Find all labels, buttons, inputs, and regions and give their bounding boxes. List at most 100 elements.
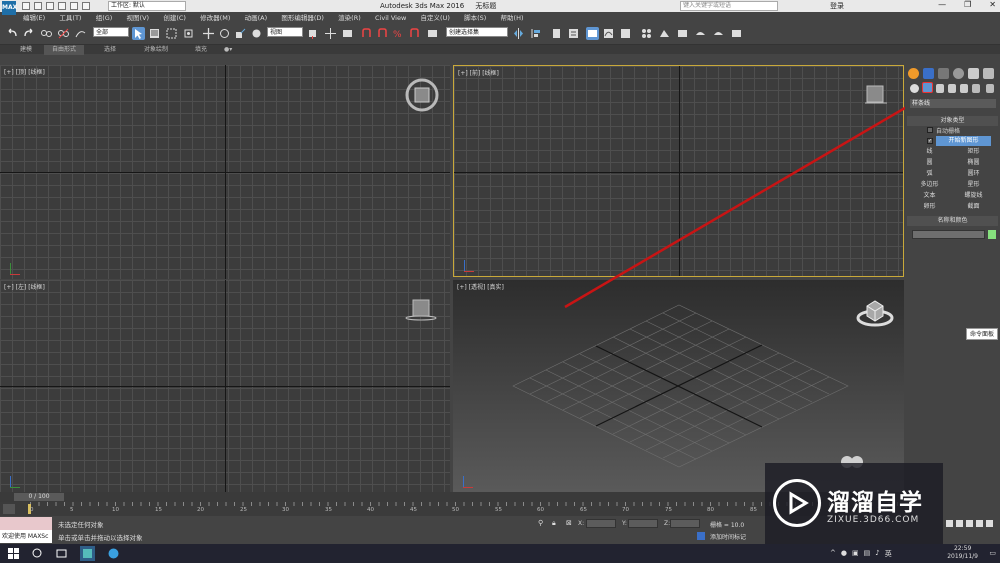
maxscript-listener-top[interactable]: [0, 517, 52, 530]
tab-modeling[interactable]: 建模: [20, 45, 32, 55]
bind-space-warp-icon[interactable]: [74, 27, 87, 40]
unlink-icon[interactable]: [57, 27, 70, 40]
minimize-button[interactable]: —: [938, 0, 946, 9]
windows-start-icon[interactable]: [6, 546, 21, 561]
viewport-perspective[interactable]: [+] [透视] [真实]: [453, 280, 904, 492]
mirror-icon[interactable]: [512, 27, 525, 40]
save-file-icon[interactable]: [46, 2, 54, 10]
cameras-icon[interactable]: [948, 84, 956, 93]
hierarchy-tab-icon[interactable]: [938, 68, 949, 79]
pivot-center-icon[interactable]: [306, 27, 319, 40]
menu-create[interactable]: 创建(C): [157, 12, 192, 24]
zoom-extents-icon[interactable]: [966, 520, 973, 527]
isolate-selection-icon[interactable]: ⚲: [538, 519, 543, 527]
viewport-label[interactable]: [+] [前] [线框]: [458, 68, 499, 77]
zoom-icon[interactable]: [946, 520, 953, 527]
select-manipulate-icon[interactable]: [324, 27, 337, 40]
close-button[interactable]: ✕: [989, 0, 996, 9]
edit-named-selection-icon[interactable]: [426, 27, 439, 40]
start-new-shape-button[interactable]: 开始新图形: [936, 136, 991, 146]
tray-chevron-icon[interactable]: ^: [830, 549, 836, 559]
y-coordinate-field[interactable]: [628, 519, 658, 528]
tab-object-paint[interactable]: 对象绘制: [144, 45, 168, 55]
line-button[interactable]: 线: [908, 147, 951, 157]
menu-civil-view[interactable]: Civil View: [369, 12, 412, 24]
search-icon[interactable]: [30, 546, 45, 561]
menu-graph-editors[interactable]: 图形编辑器(D): [275, 12, 330, 24]
object-name-input[interactable]: [912, 230, 985, 239]
tab-freeform[interactable]: 自由形式: [44, 45, 85, 55]
undo-icon[interactable]: [6, 27, 19, 40]
redo-icon[interactable]: [70, 2, 78, 10]
redo-icon[interactable]: [22, 27, 35, 40]
circle-button[interactable]: 圆: [908, 158, 951, 168]
z-coordinate-field[interactable]: [670, 519, 700, 528]
network-icon[interactable]: ▤: [864, 549, 871, 559]
egg-button[interactable]: 卵形: [908, 202, 951, 212]
geometry-icon[interactable]: [910, 84, 919, 93]
select-by-name-icon[interactable]: [148, 27, 161, 40]
percent-snap-icon[interactable]: %: [392, 27, 405, 40]
zoom-extents-all-icon[interactable]: [976, 520, 983, 527]
time-slider-thumb[interactable]: 0 / 100: [14, 493, 64, 501]
task-view-icon[interactable]: [54, 546, 69, 561]
render-setup-icon[interactable]: [658, 27, 671, 40]
shapes-icon[interactable]: [922, 82, 933, 93]
menu-group[interactable]: 组(G): [90, 12, 119, 24]
selection-filter-dropdown[interactable]: 全部: [93, 27, 129, 37]
menu-scripting[interactable]: 脚本(S): [458, 12, 492, 24]
tab-populate[interactable]: 填充: [195, 45, 207, 55]
move-icon[interactable]: [202, 27, 215, 40]
ellipse-button[interactable]: 椭圆: [952, 158, 995, 168]
category-dropdown[interactable]: 样条线: [910, 99, 996, 108]
curve-editor-icon[interactable]: [602, 27, 615, 40]
rotate-icon[interactable]: [218, 27, 231, 40]
add-time-tag[interactable]: 添加时间标记: [710, 532, 746, 541]
3dsmax-taskbar-icon[interactable]: [80, 546, 95, 561]
menu-views[interactable]: 视图(V): [121, 12, 156, 24]
x-coordinate-field[interactable]: [586, 519, 616, 528]
zoom-all-icon[interactable]: [956, 520, 963, 527]
start-new-shape-checkbox[interactable]: ✓: [927, 138, 933, 144]
angle-snap-icon[interactable]: [376, 27, 389, 40]
menu-edit[interactable]: 编辑(E): [17, 12, 51, 24]
section-button[interactable]: 截面: [952, 202, 995, 212]
menu-tools[interactable]: 工具(T): [53, 12, 87, 24]
browser-taskbar-icon[interactable]: [106, 546, 121, 561]
lights-icon[interactable]: [936, 84, 944, 93]
menu-modifiers[interactable]: 修改器(M): [194, 12, 236, 24]
mini-curve-editor-icon[interactable]: [3, 504, 15, 514]
login-button[interactable]: 登录: [830, 1, 844, 11]
systems-icon[interactable]: [986, 84, 994, 93]
viewport-top[interactable]: [+] [顶] [线框]: [0, 65, 450, 279]
undo-icon[interactable]: [58, 2, 66, 10]
rectangle-button[interactable]: 矩形: [952, 147, 995, 157]
auto-grid-checkbox[interactable]: [927, 127, 933, 133]
place-icon[interactable]: [250, 27, 263, 40]
viewport-label[interactable]: [+] [左] [线框]: [4, 282, 45, 291]
render-production-icon[interactable]: [694, 27, 707, 40]
layer-manager-icon[interactable]: [550, 27, 563, 40]
donut-button[interactable]: 圆环: [952, 169, 995, 179]
maxscript-listener-bottom[interactable]: 欢迎使用 MAXSc: [0, 530, 52, 543]
selection-lock-icon[interactable]: 🔒︎: [552, 519, 556, 528]
helpers-icon[interactable]: [960, 84, 968, 93]
rendered-frame-window-icon[interactable]: [676, 27, 689, 40]
app-logo[interactable]: MAX: [2, 1, 17, 15]
project-folder-icon[interactable]: [82, 2, 90, 10]
text-button[interactable]: 文本: [908, 191, 951, 201]
time-tag-icon[interactable]: [697, 532, 705, 540]
menu-rendering[interactable]: 渲染(R): [332, 12, 367, 24]
link-icon[interactable]: [40, 27, 53, 40]
select-object-icon[interactable]: [132, 27, 145, 40]
clock[interactable]: 22:59 2019/11/9: [947, 545, 978, 561]
motion-tab-icon[interactable]: [953, 68, 964, 79]
field-of-view-icon[interactable]: [986, 520, 993, 527]
tab-selection[interactable]: 选择: [104, 45, 116, 55]
schematic-view-icon[interactable]: [619, 27, 632, 40]
restore-button[interactable]: ❐: [964, 0, 971, 9]
menu-customize[interactable]: 自定义(U): [415, 12, 456, 24]
viewcube-icon[interactable]: [862, 82, 890, 110]
new-file-icon[interactable]: [22, 2, 30, 10]
scale-icon[interactable]: [234, 27, 247, 40]
